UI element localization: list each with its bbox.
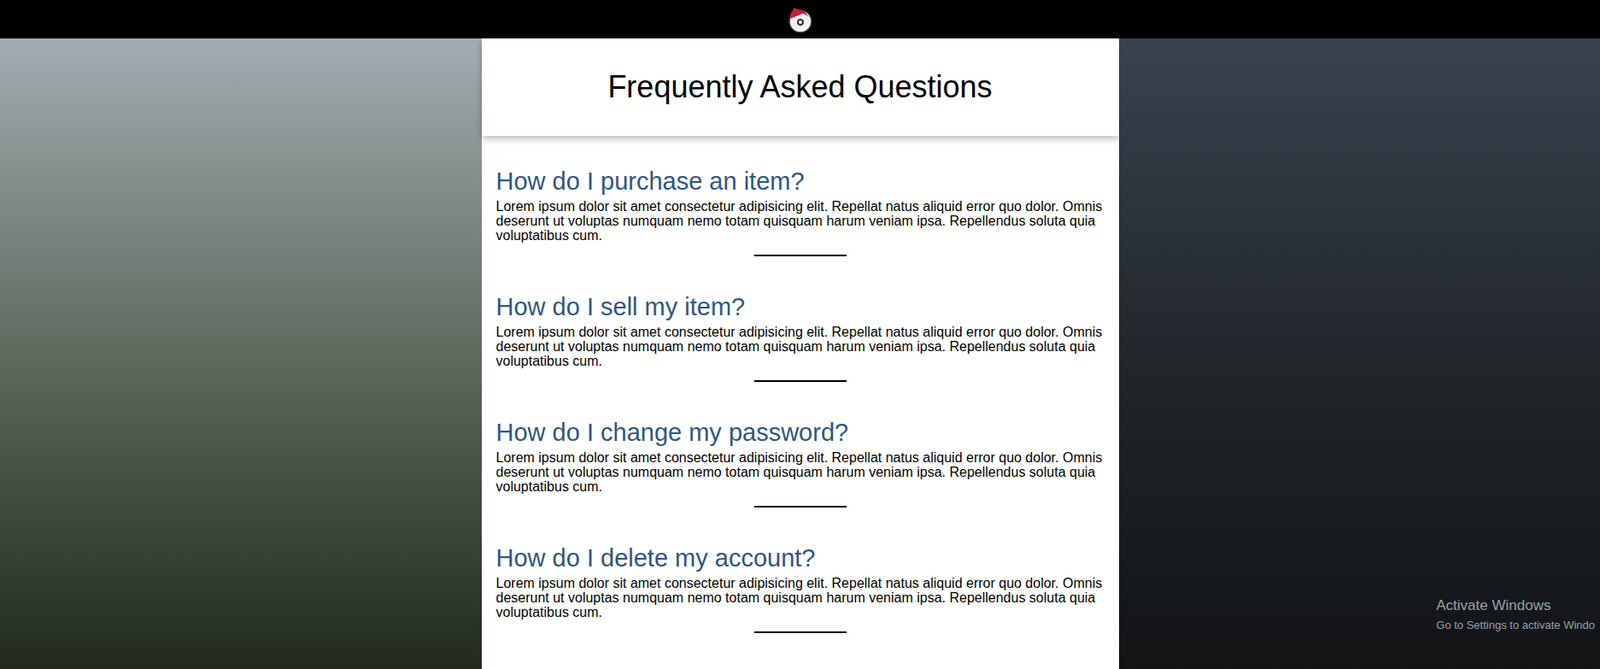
faq-item: How do I purchase an item?Lorem ipsum do…	[496, 166, 1105, 293]
faq-item: How do I delete my account?Lorem ipsum d…	[496, 543, 1105, 669]
faq-answer: Lorem ipsum dolor sit amet consectetur a…	[496, 450, 1105, 494]
faq-header: Frequently Asked Questions	[481, 38, 1120, 136]
page-title: Frequently Asked Questions	[607, 64, 992, 111]
watermark-subtitle: Go to Settings to activate Windo	[1435, 616, 1595, 634]
faq-list: How do I purchase an item?Lorem ipsum do…	[481, 135, 1120, 669]
faq-divider	[754, 380, 847, 382]
faq-answer: Lorem ipsum dolor sit amet consectetur a…	[496, 199, 1105, 243]
right-background	[1119, 38, 1600, 669]
faq-page: Frequently Asked Questions How do I purch…	[0, 0, 1600, 669]
faq-answer: Lorem ipsum dolor sit amet consectetur a…	[496, 324, 1105, 369]
faq-divider	[754, 505, 847, 508]
faq-item: How do I sell my item?Lorem ipsum dolor …	[496, 292, 1105, 418]
faq-panel: Frequently Asked Questions How do I purch…	[481, 38, 1120, 669]
activation-watermark: Activate WindowsGo to Settings to activa…	[1435, 594, 1595, 633]
main-area: Frequently Asked Questions How do I purch…	[0, 38, 1600, 669]
logo-icon[interactable]	[785, 5, 815, 35]
left-background	[0, 38, 482, 669]
faq-item: How do I change my password?Lorem ipsum …	[496, 417, 1105, 544]
faq-question[interactable]: How do I delete my account?	[496, 543, 1105, 573]
faq-answer: Lorem ipsum dolor sit amet consectetur a…	[496, 575, 1105, 620]
faq-question[interactable]: How do I change my password?	[496, 417, 1105, 447]
faq-divider	[754, 631, 847, 633]
faq-question[interactable]: How do I sell my item?	[496, 292, 1105, 322]
faq-question[interactable]: How do I purchase an item?	[496, 166, 1105, 196]
faq-divider	[754, 254, 847, 257]
top-bar	[0, 0, 1600, 39]
watermark-title: Activate Windows	[1435, 594, 1595, 617]
